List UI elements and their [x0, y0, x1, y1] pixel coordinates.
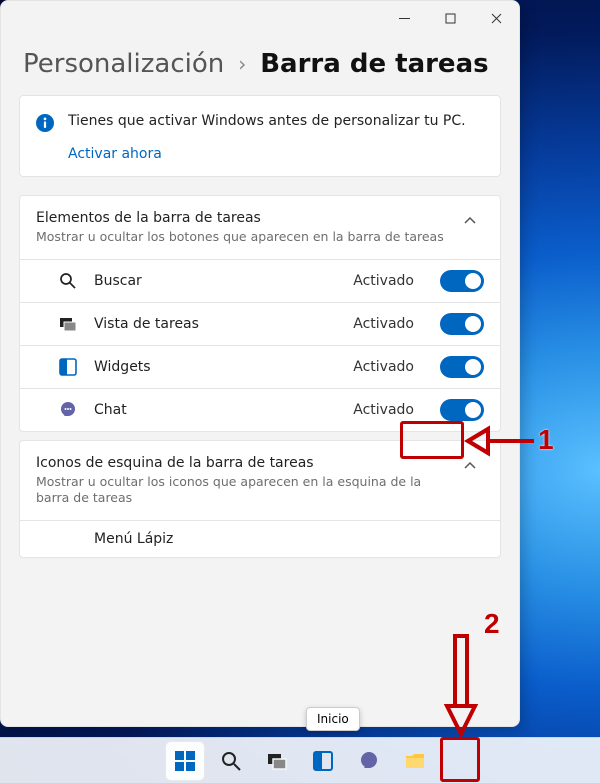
- tooltip-inicio: Inicio: [306, 707, 360, 731]
- toggle-chat[interactable]: [440, 399, 484, 421]
- row-state: Activado: [353, 402, 414, 418]
- activate-now-link[interactable]: Activar ahora: [68, 146, 466, 162]
- row-menu-lapiz: Menú Lápiz: [20, 520, 500, 557]
- chat-icon: [56, 401, 80, 419]
- group-header[interactable]: Elementos de la barra de tareas Mostrar …: [20, 196, 500, 259]
- taskbar-items-group: Elementos de la barra de tareas Mostrar …: [19, 195, 501, 432]
- row-buscar: Buscar Activado: [20, 259, 500, 302]
- row-label: Menú Lápiz: [94, 531, 484, 547]
- taskbar-start-button[interactable]: [165, 741, 205, 781]
- chevron-up-icon: [456, 210, 484, 228]
- toggle-buscar[interactable]: [440, 270, 484, 292]
- toggle-widgets[interactable]: [440, 356, 484, 378]
- task-view-icon: [56, 315, 80, 333]
- breadcrumb-parent[interactable]: Personalización: [23, 49, 224, 79]
- row-widgets: Widgets Activado: [20, 345, 500, 388]
- row-state: Activado: [353, 273, 414, 289]
- close-button[interactable]: [473, 1, 519, 35]
- group-subtitle: Mostrar u ocultar los botones que aparec…: [36, 229, 446, 245]
- group-title: Elementos de la barra de tareas: [36, 210, 446, 226]
- breadcrumb: Personalización › Barra de tareas: [1, 35, 519, 87]
- taskbar-chat-button[interactable]: [349, 741, 389, 781]
- row-label: Widgets: [94, 359, 339, 375]
- row-label: Buscar: [94, 273, 339, 289]
- settings-window: Personalización › Barra de tareas Tienes…: [0, 0, 520, 727]
- chevron-up-icon: [456, 455, 484, 473]
- toggle-vista-tareas[interactable]: [440, 313, 484, 335]
- maximize-button[interactable]: [427, 1, 473, 35]
- group-subtitle: Mostrar u ocultar los iconos que aparece…: [36, 474, 446, 507]
- taskbar-search-button[interactable]: [211, 741, 251, 781]
- taskbar-explorer-button[interactable]: [395, 741, 435, 781]
- search-icon: [56, 272, 80, 290]
- row-chat: Chat Activado: [20, 388, 500, 431]
- row-label: Vista de tareas: [94, 316, 339, 332]
- corner-icons-group: Iconos de esquina de la barra de tareas …: [19, 440, 501, 559]
- taskbar: [0, 737, 600, 783]
- taskbar-task-view-button[interactable]: [257, 741, 297, 781]
- group-header[interactable]: Iconos de esquina de la barra de tareas …: [20, 441, 500, 521]
- row-label: Chat: [94, 402, 339, 418]
- row-state: Activado: [353, 359, 414, 375]
- taskbar-widgets-button[interactable]: [303, 741, 343, 781]
- row-vista-tareas: Vista de tareas Activado: [20, 302, 500, 345]
- minimize-button[interactable]: [381, 1, 427, 35]
- settings-body: Tienes que activar Windows antes de pers…: [1, 87, 519, 726]
- info-icon: [36, 114, 54, 132]
- chevron-right-icon: ›: [238, 52, 246, 76]
- activation-text: Tienes que activar Windows antes de pers…: [68, 112, 466, 132]
- widgets-icon: [56, 358, 80, 376]
- row-state: Activado: [353, 316, 414, 332]
- activation-notice: Tienes que activar Windows antes de pers…: [19, 95, 501, 177]
- group-title: Iconos de esquina de la barra de tareas: [36, 455, 446, 471]
- window-titlebar: [1, 1, 519, 35]
- breadcrumb-current: Barra de tareas: [260, 49, 488, 79]
